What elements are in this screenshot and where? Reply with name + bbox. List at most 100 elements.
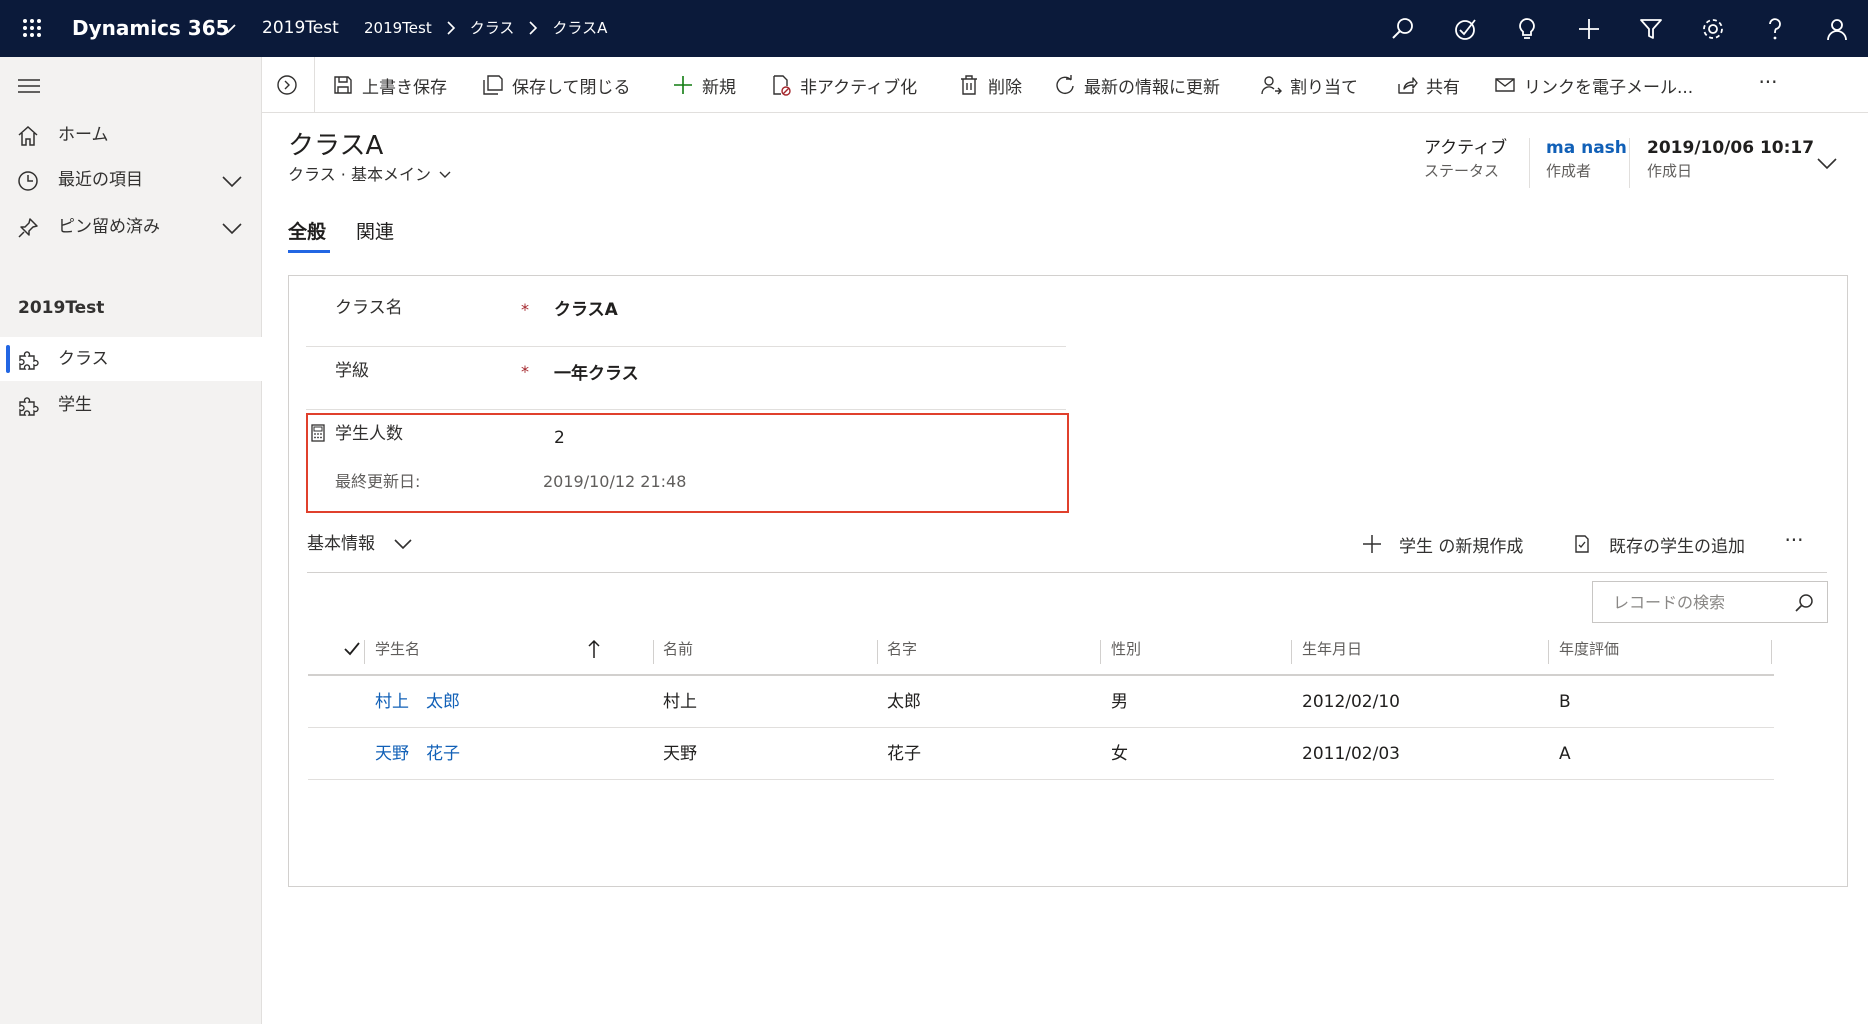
form-selector[interactable]: クラス · 基本メイン (288, 163, 453, 187)
student-name-link[interactable]: 天野 花子 (375, 742, 460, 766)
nav-item-home[interactable]: ホーム (0, 113, 262, 157)
save-and-close-button[interactable]: 保存して閉じる (482, 71, 631, 99)
created-label: 作成日 (1647, 162, 1693, 180)
tab-related[interactable]: 関連 (356, 218, 394, 246)
app-launcher-icon[interactable] (16, 12, 48, 44)
expand-circle-icon[interactable] (276, 74, 298, 96)
deactivate-icon (770, 74, 792, 96)
nav-group-title: 2019Test (18, 298, 105, 318)
column-header-first-name[interactable]: 名前 (663, 637, 693, 661)
assign-button[interactable]: 割り当て (1260, 71, 1358, 99)
column-separator (1548, 640, 1549, 664)
record-search-input[interactable] (1593, 582, 1783, 622)
refresh-icon (1054, 74, 1076, 96)
field-divider (306, 409, 1066, 410)
add-existing-student-button[interactable]: 既存の学生の追加 (1571, 530, 1745, 558)
required-indicator: * (521, 300, 529, 319)
created-value: 2019/10/06 10:17 (1647, 138, 1815, 158)
column-header-annual-rating[interactable]: 年度評価 (1559, 637, 1619, 661)
select-all-checkmark-icon[interactable] (343, 640, 361, 658)
column-header-student-name[interactable]: 学生名 (375, 637, 420, 661)
refresh-button[interactable]: 最新の情報に更新 (1054, 71, 1220, 99)
column-header-gender[interactable]: 性別 (1111, 637, 1141, 661)
home-icon (16, 124, 40, 148)
nav-item-pinned[interactable]: ピン留め済み (0, 205, 262, 249)
student-count-value: 2 (554, 428, 565, 448)
table-cell: 村上 (663, 692, 697, 712)
command-bar: 上書き保存 保存して閉じる 新規 非アクティブ化 削除 最新の情報に更新 割り当… (262, 57, 1868, 113)
nav-item-label: ピン留め済み (58, 217, 160, 237)
nav-item-recent[interactable]: 最近の項目 (0, 158, 262, 202)
nav-item-student[interactable]: 学生 (0, 383, 262, 427)
task-icon[interactable] (1434, 0, 1496, 57)
nav-item-label: クラス (58, 349, 109, 369)
column-header-birthdate[interactable]: 生年月日 (1302, 637, 1362, 661)
more-commands-button[interactable]: ··· (1748, 71, 1788, 99)
app-name[interactable]: Dynamics 365 (72, 14, 230, 42)
record-title: クラスA (288, 131, 384, 161)
column-separator (1291, 640, 1292, 664)
puzzle-icon (16, 394, 40, 418)
column-header-last-name[interactable]: 名字 (887, 637, 917, 661)
class-name-field[interactable]: クラスA (554, 298, 618, 322)
last-updated-label: 最終更新日: (335, 472, 421, 491)
hamburger-menu-icon[interactable] (16, 73, 42, 99)
plus-icon[interactable] (1558, 0, 1620, 57)
table-cell: 女 (1111, 744, 1128, 764)
divider (314, 57, 315, 113)
nav-item-label: 学生 (58, 395, 92, 415)
grade-lookup-field[interactable]: 一年クラス (554, 362, 639, 386)
header-expand-chevron-icon[interactable] (1814, 152, 1840, 174)
chevron-down-icon[interactable] (218, 18, 238, 38)
owner-link[interactable]: ma nash (1546, 136, 1627, 160)
separator-dot: · (335, 165, 351, 184)
form-name: 基本メイン (350, 165, 431, 184)
header-created-on: 2019/10/06 10:17 作成日 (1647, 136, 1814, 182)
save-icon (332, 74, 354, 96)
email-link-button[interactable]: リンクを電子メール... (1494, 71, 1693, 99)
subgrid-view-selector[interactable]: 基本情報 (307, 531, 415, 557)
filter-icon[interactable] (1620, 0, 1682, 57)
subgrid-title: 基本情報 (307, 534, 375, 554)
table-cell: 2012/02/10 (1302, 692, 1400, 712)
sort-ascending-arrow-icon[interactable] (586, 638, 602, 660)
new-button[interactable]: 新規 (672, 71, 736, 99)
settings-icon[interactable] (1682, 0, 1744, 57)
search-icon[interactable] (1372, 0, 1434, 57)
new-student-button[interactable]: 学生 の新規作成 (1361, 530, 1523, 558)
share-icon (1396, 74, 1418, 96)
site-map-nav: ホーム 最近の項目 ピン留め済み 2019Test クラス 学生 (0, 57, 262, 1024)
chevron-down-icon (437, 167, 453, 183)
user-icon[interactable] (1806, 0, 1868, 57)
required-indicator: * (521, 362, 529, 381)
breadcrumb-item[interactable]: クラス (470, 16, 515, 40)
environment-name[interactable]: 2019Test (262, 15, 339, 41)
search-icon[interactable] (1793, 592, 1815, 614)
header-owner: ma nash 作成者 (1546, 136, 1627, 182)
breadcrumb-item[interactable]: 2019Test (364, 16, 432, 40)
grade-label: 学級 (335, 361, 369, 381)
delete-button[interactable]: 削除 (958, 71, 1022, 99)
deactivate-button[interactable]: 非アクティブ化 (770, 71, 917, 99)
chevron-down-icon[interactable] (220, 217, 244, 239)
chevron-down-icon[interactable] (220, 170, 244, 192)
tab-general[interactable]: 全般 (288, 218, 326, 246)
breadcrumb-item[interactable]: クラスA (552, 16, 607, 40)
divider (1529, 138, 1530, 188)
top-bar: Dynamics 365 2019Test 2019Test クラス クラスA (0, 0, 1868, 57)
subgrid-more-button[interactable]: ··· (1779, 530, 1809, 556)
share-button[interactable]: 共有 (1396, 71, 1460, 99)
class-name-label: クラス名 (335, 298, 403, 318)
pin-icon (16, 216, 40, 240)
highlight-box (306, 413, 1069, 513)
divider (307, 572, 1827, 573)
puzzle-icon (16, 348, 40, 372)
student-name-link[interactable]: 村上 太郎 (375, 690, 460, 714)
nav-item-class[interactable]: クラス (0, 337, 262, 381)
save-button[interactable]: 上書き保存 (332, 71, 447, 99)
table-cell: 花子 (887, 744, 921, 764)
table-cell: 2011/02/03 (1302, 744, 1400, 764)
lightbulb-icon[interactable] (1496, 0, 1558, 57)
column-separator (877, 640, 878, 664)
help-icon[interactable] (1744, 0, 1806, 57)
